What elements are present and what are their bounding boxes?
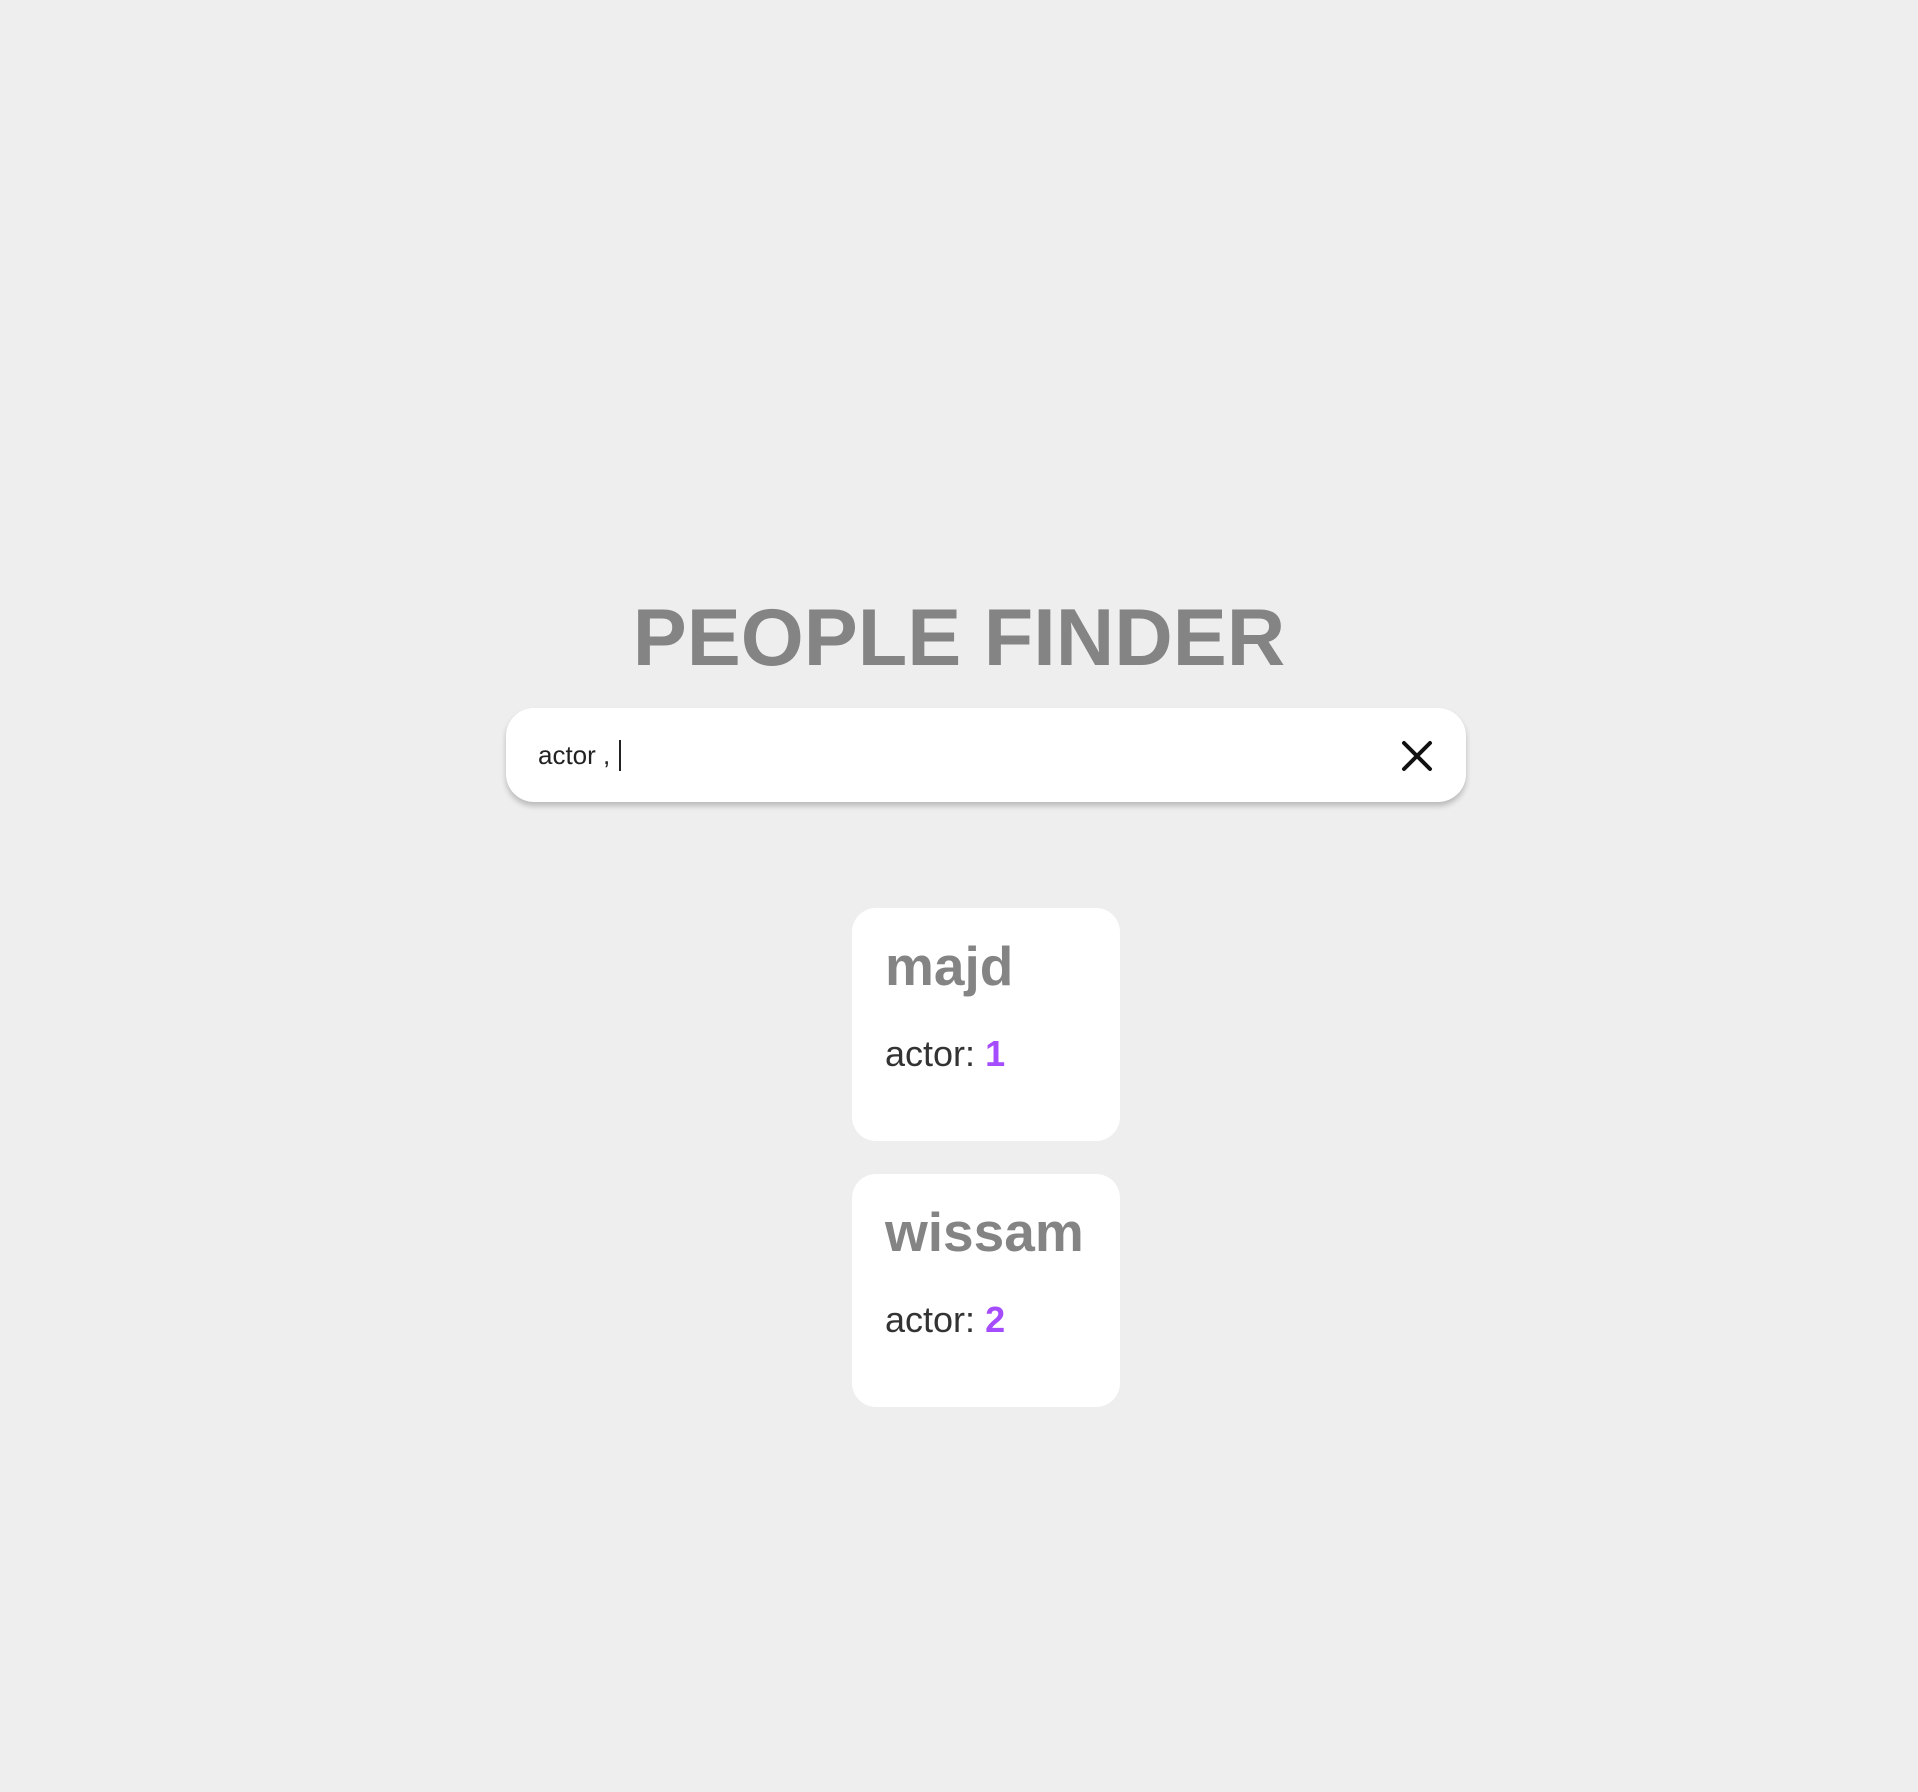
- search-input[interactable]: [538, 708, 1378, 802]
- page-title: PEOPLE FINDER: [632, 593, 1286, 683]
- person-role: actor: 2: [885, 1299, 1005, 1341]
- page: PEOPLE FINDER majd actor: 1 wissam actor…: [0, 0, 1918, 1792]
- role-label: actor:: [885, 1033, 976, 1074]
- search-bar: [506, 708, 1466, 802]
- clear-search-button[interactable]: [1392, 731, 1442, 781]
- person-name: majd: [885, 935, 1014, 997]
- role-label: actor:: [885, 1299, 976, 1340]
- close-icon: [1402, 741, 1432, 771]
- text-caret: [619, 740, 621, 771]
- person-role: actor: 1: [885, 1033, 1005, 1075]
- person-name: wissam: [885, 1201, 1084, 1263]
- result-card-majd[interactable]: majd actor: 1: [852, 908, 1120, 1141]
- result-card-wissam[interactable]: wissam actor: 2: [852, 1174, 1120, 1407]
- role-value: 2: [985, 1299, 1006, 1340]
- role-value: 1: [985, 1033, 1006, 1074]
